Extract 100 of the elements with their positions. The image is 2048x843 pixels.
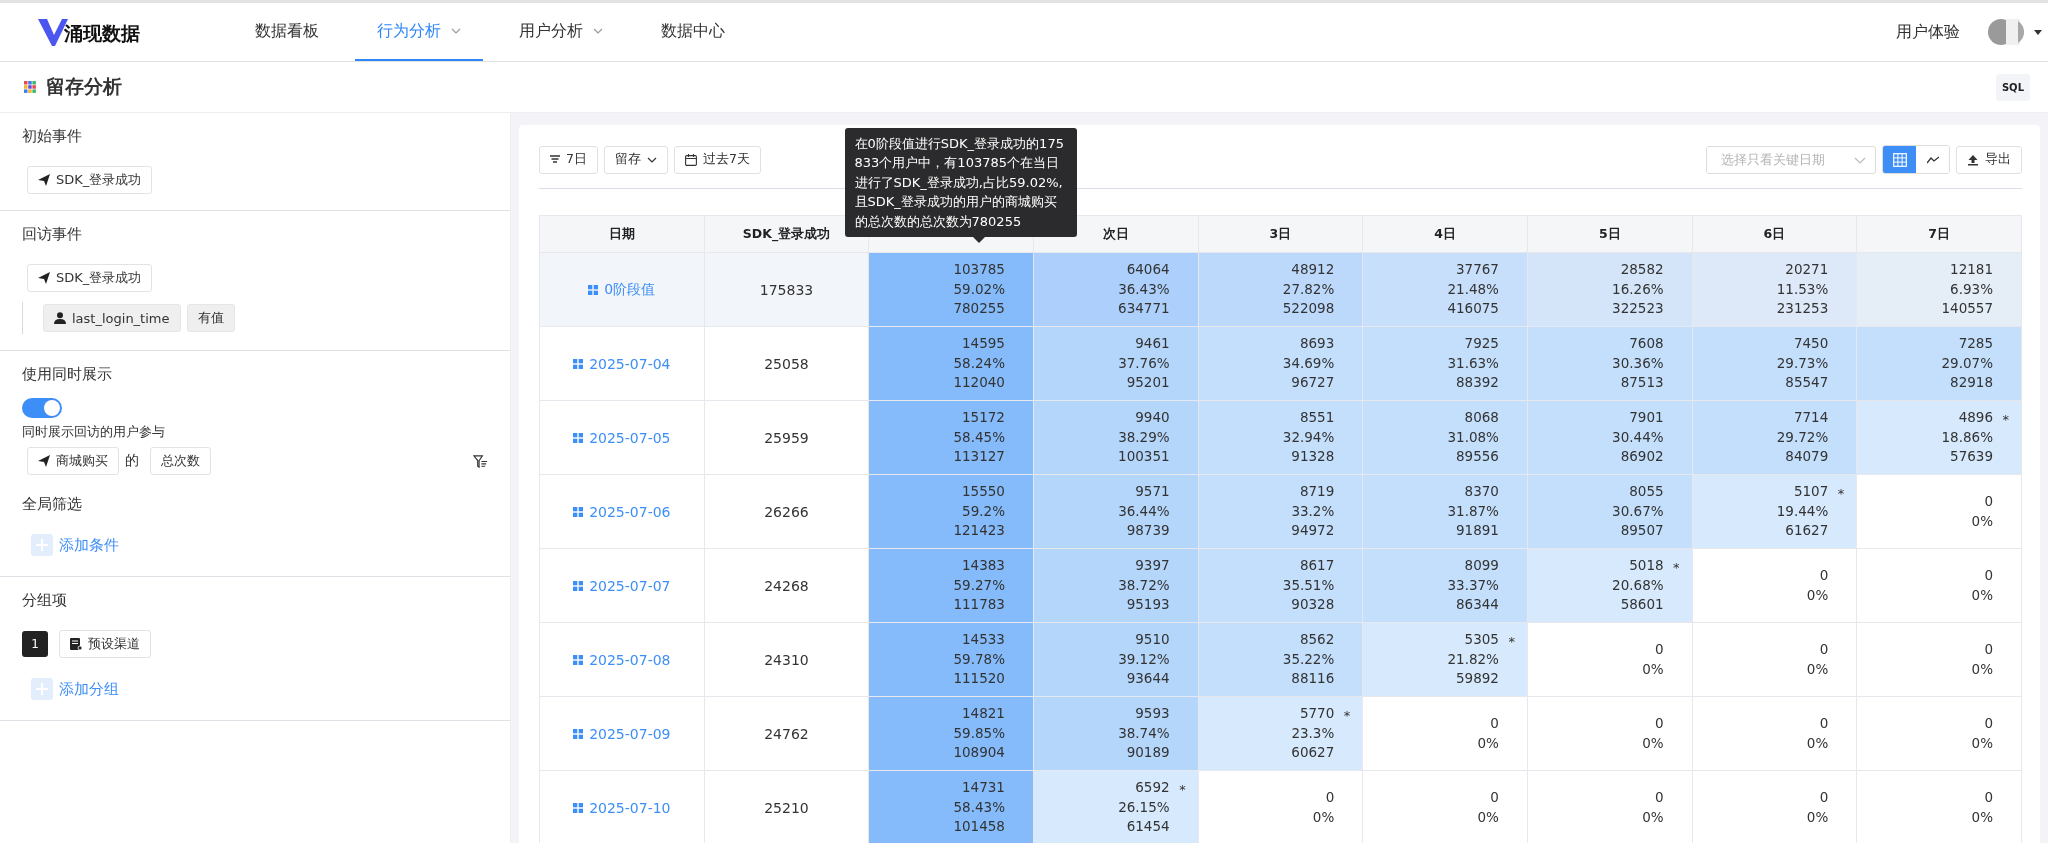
retention-cell[interactable]: 8617 35.51% 90328 bbox=[1198, 548, 1363, 623]
retention-cell[interactable]: 0 0% bbox=[1198, 770, 1363, 843]
retention-cell[interactable]: 9593 38.74% 90189 bbox=[1033, 696, 1199, 771]
retention-cell[interactable]: * 5770 23.3% 60627 bbox=[1198, 696, 1363, 771]
retention-cell[interactable]: 7608 30.36% 87513 bbox=[1527, 326, 1693, 401]
nav-tab[interactable]: 数据中心 bbox=[639, 3, 747, 61]
retention-cell[interactable]: 7285 29.07% 82918 bbox=[1856, 326, 2022, 401]
retention-cell[interactable]: * 5305 21.82% 59892 bbox=[1362, 622, 1528, 697]
avatar-icon[interactable] bbox=[1988, 19, 2024, 45]
retention-cell[interactable]: 0 0% bbox=[1856, 770, 2022, 843]
event-chip[interactable]: SDK_登录成功 bbox=[27, 264, 153, 292]
page-title: 留存分析 bbox=[46, 74, 122, 99]
retention-cell[interactable]: 48912 27.82% 522098 bbox=[1198, 252, 1363, 327]
table-view-button[interactable] bbox=[1883, 146, 1916, 173]
user-label[interactable]: 用户体验 bbox=[1896, 21, 1960, 43]
retention-cell[interactable]: 7925 31.63% 88392 bbox=[1362, 326, 1528, 401]
retention-cell[interactable]: 0 0% bbox=[1856, 622, 2022, 697]
grid-icon bbox=[573, 802, 584, 813]
retention-cell[interactable]: 8099 33.37% 86344 bbox=[1362, 548, 1528, 623]
retention-cell[interactable]: 15172 58.45% 113127 bbox=[868, 400, 1034, 475]
retention-cell[interactable]: 12181 6.93% 140557 bbox=[1856, 252, 2022, 327]
event-chip[interactable]: SDK_登录成功 bbox=[27, 166, 153, 194]
retention-cell[interactable]: 7450 29.73% 85547 bbox=[1692, 326, 1857, 401]
retention-cell[interactable]: 0 0% bbox=[1527, 696, 1693, 771]
tooltip-arrow bbox=[972, 237, 985, 243]
toggle-switch[interactable] bbox=[22, 398, 62, 418]
sql-button[interactable]: SQL bbox=[1995, 73, 2030, 101]
retention-cell[interactable]: 0 0% bbox=[1692, 548, 1857, 623]
grid-icon bbox=[573, 506, 584, 517]
retention-cell[interactable]: 14821 59.85% 108904 bbox=[868, 696, 1034, 771]
property-chip[interactable]: last_login_time bbox=[43, 304, 181, 332]
export-button[interactable]: 导出 bbox=[1956, 145, 2022, 174]
retention-cell[interactable]: 8055 30.67% 89507 bbox=[1527, 474, 1693, 549]
period-button[interactable]: 7日 bbox=[539, 145, 598, 174]
joiner-text: 的 bbox=[125, 452, 139, 470]
retention-cell[interactable]: 9571 36.44% 98739 bbox=[1033, 474, 1199, 549]
retention-cell[interactable]: 0 0% bbox=[1856, 696, 2022, 771]
column-header: 日期 bbox=[539, 215, 705, 253]
mode-dropdown[interactable]: 留存 bbox=[603, 145, 668, 174]
caret-icon[interactable] bbox=[2034, 29, 2042, 35]
retention-cell[interactable]: 8370 31.87% 91891 bbox=[1362, 474, 1528, 549]
retention-cell[interactable]: 8562 35.22% 88116 bbox=[1198, 622, 1363, 697]
retention-cell[interactable]: 14383 59.27% 111783 bbox=[868, 548, 1034, 623]
table-cell: 25058 bbox=[704, 326, 869, 401]
filter-icon[interactable] bbox=[473, 453, 488, 469]
retention-cell[interactable]: * 5107 19.44% 61627 bbox=[1692, 474, 1857, 549]
retention-cell[interactable]: 9510 39.12% 93644 bbox=[1033, 622, 1199, 697]
retention-cell[interactable]: 0 0% bbox=[1692, 696, 1857, 771]
retention-cell[interactable]: 0 0% bbox=[1362, 770, 1528, 843]
retention-cell[interactable]: * 6592 26.15% 61454 bbox=[1033, 770, 1199, 843]
logo-text: 涌现数据 bbox=[64, 21, 140, 46]
retention-cell[interactable]: * 4896 18.86% 57639 bbox=[1856, 400, 2022, 475]
nav-tab[interactable]: 行为分析 bbox=[355, 3, 483, 61]
retention-cell[interactable]: 8719 33.2% 94972 bbox=[1198, 474, 1363, 549]
retention-cell[interactable]: 20271 11.53% 231253 bbox=[1692, 252, 1857, 327]
column-header: 7日 bbox=[1856, 215, 2022, 253]
table-cell: 24310 bbox=[704, 622, 869, 697]
retention-cell[interactable]: 9397 38.72% 95193 bbox=[1033, 548, 1199, 623]
retention-cell[interactable]: 0 0% bbox=[1692, 770, 1857, 843]
nav-tab[interactable]: 数据看板 bbox=[233, 3, 341, 61]
event-chip[interactable]: 商城购买 bbox=[27, 447, 119, 475]
retention-cell[interactable]: 0 0% bbox=[1527, 770, 1693, 843]
retention-cell[interactable]: 15550 59.2% 121423 bbox=[868, 474, 1034, 549]
plus-icon bbox=[31, 534, 53, 556]
retention-cell[interactable]: 0 0% bbox=[1856, 548, 2022, 623]
retention-cell[interactable]: 14595 58.24% 112040 bbox=[868, 326, 1034, 401]
toggle-caption: 同时展示回访的用户参与 bbox=[22, 424, 166, 441]
retention-cell[interactable]: 8068 31.08% 89556 bbox=[1362, 400, 1528, 475]
send-icon bbox=[38, 174, 50, 186]
retention-cell[interactable]: 0 0% bbox=[1527, 622, 1693, 697]
retention-cell[interactable]: 14731 58.43% 101458 bbox=[868, 770, 1034, 843]
retention-cell[interactable]: 64064 36.43% 634771 bbox=[1033, 252, 1199, 327]
table-cell: 175833 bbox=[704, 252, 869, 327]
retention-cell[interactable]: 0 0% bbox=[1692, 622, 1857, 697]
group-chip[interactable]: 预设渠道 bbox=[59, 630, 151, 658]
table-cell: 24268 bbox=[704, 548, 869, 623]
retention-cell[interactable]: 7901 30.44% 86902 bbox=[1527, 400, 1693, 475]
funnel-icon bbox=[550, 154, 560, 165]
retention-cell[interactable]: 9461 37.76% 95201 bbox=[1033, 326, 1199, 401]
retention-cell[interactable]: 0 0% bbox=[1362, 696, 1528, 771]
key-date-select[interactable]: 选择只看关键日期 bbox=[1706, 145, 1876, 174]
table-cell: 25959 bbox=[704, 400, 869, 475]
retention-cell[interactable]: 0 0% bbox=[1856, 474, 2022, 549]
retention-cell[interactable]: 103785 59.02% 780255 bbox=[868, 252, 1034, 327]
date-range-button[interactable]: 过去7天 bbox=[673, 145, 761, 174]
table-icon bbox=[1892, 152, 1907, 167]
table-cell: 26266 bbox=[704, 474, 869, 549]
retention-cell[interactable]: 7714 29.72% 84079 bbox=[1692, 400, 1857, 475]
retention-cell[interactable]: * 5018 20.68% 58601 bbox=[1527, 548, 1693, 623]
section-title: 初始事件 bbox=[22, 127, 83, 146]
grid-icon bbox=[573, 580, 584, 591]
nav-tab[interactable]: 用户分析 bbox=[497, 3, 625, 61]
retention-cell[interactable]: 37767 21.48% 416075 bbox=[1362, 252, 1528, 327]
retention-cell[interactable]: 8551 32.94% 91328 bbox=[1198, 400, 1363, 475]
condition-chip[interactable]: 有值 bbox=[186, 304, 235, 332]
retention-cell[interactable]: 8693 34.69% 96727 bbox=[1198, 326, 1363, 401]
metric-chip[interactable]: 总次数 bbox=[150, 447, 211, 475]
retention-cell[interactable]: 9940 38.29% 100351 bbox=[1033, 400, 1199, 475]
retention-cell[interactable]: 14533 59.78% 111520 bbox=[868, 622, 1034, 697]
retention-cell[interactable]: 28582 16.26% 322523 bbox=[1527, 252, 1693, 327]
